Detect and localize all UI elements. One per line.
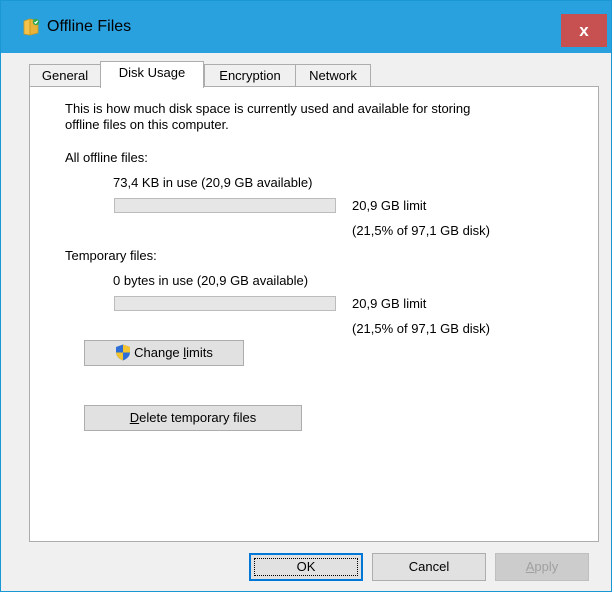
tab-encryption[interactable]: Encryption <box>204 64 296 86</box>
all-offline-files-usage: 73,4 KB in use (20,9 GB available) <box>113 175 313 190</box>
cancel-button[interactable]: Cancel <box>372 553 486 581</box>
title-bar[interactable]: Offline Files x <box>1 1 611 53</box>
description-line-2: offline files on this computer. <box>65 117 229 132</box>
ok-focus-rect <box>254 558 358 576</box>
close-button[interactable]: x <box>561 14 607 47</box>
delete-temp-accelerator: D <box>129 410 140 425</box>
tab-general[interactable]: General <box>29 64 101 86</box>
uac-shield-icon <box>116 344 131 361</box>
all-offline-files-progress-bar <box>114 198 336 213</box>
window-title: Offline Files <box>47 18 132 35</box>
temporary-files-limit: 20,9 GB limit <box>352 296 427 311</box>
apply-button[interactable]: Apply <box>495 553 589 581</box>
tab-network[interactable]: Network <box>295 64 371 86</box>
change-limits-prefix: Change <box>134 345 184 360</box>
change-limits-button[interactable]: Change limits <box>84 340 244 366</box>
tab-disk-usage[interactable]: Disk Usage <box>100 61 204 88</box>
description-line-1: This is how much disk space is currently… <box>65 101 471 116</box>
temporary-files-heading: Temporary files: <box>65 248 157 263</box>
ok-button[interactable]: OK <box>249 553 363 581</box>
temporary-files-usage: 0 bytes in use (20,9 GB available) <box>113 273 309 288</box>
disk-usage-panel: This is how much disk space is currently… <box>29 86 599 542</box>
all-offline-files-percent: (21,5% of 97,1 GB disk) <box>352 223 491 238</box>
delete-temporary-files-button[interactable]: Delete temporary files <box>84 405 302 431</box>
offline-files-window: Offline Files x General Disk Usage Encry… <box>0 0 612 592</box>
offline-files-folder-icon <box>23 18 40 36</box>
apply-suffix: pply <box>534 559 559 574</box>
temporary-files-percent: (21,5% of 97,1 GB disk) <box>352 321 491 336</box>
temporary-files-progress-bar <box>114 296 336 311</box>
client-area: General Disk Usage Encryption Network Th… <box>1 53 611 591</box>
all-offline-files-heading: All offline files: <box>65 150 148 165</box>
change-limits-suffix: imits <box>186 345 213 360</box>
delete-temp-suffix: elete temporary files <box>139 410 257 425</box>
all-offline-files-limit: 20,9 GB limit <box>352 198 427 213</box>
